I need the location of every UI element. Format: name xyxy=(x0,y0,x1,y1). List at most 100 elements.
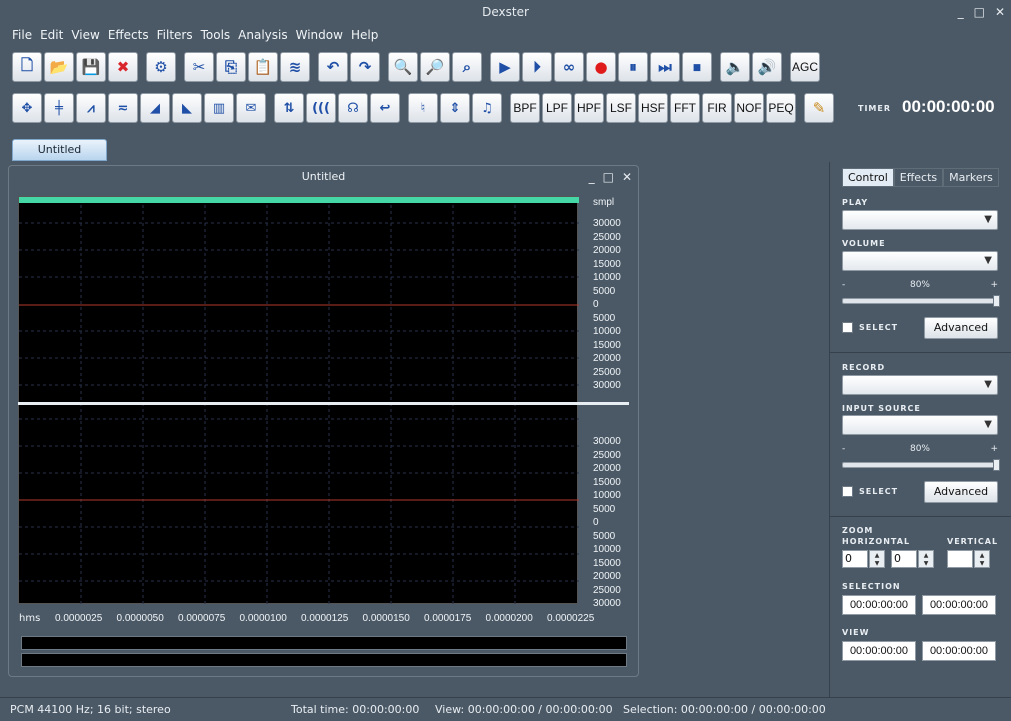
menu-tools[interactable]: Tools xyxy=(201,26,231,46)
slider-handle[interactable] xyxy=(993,459,1000,471)
play-volume-slider[interactable] xyxy=(842,295,1000,307)
y-tick-label: 15000 xyxy=(593,258,621,270)
minimize-icon[interactable]: _ xyxy=(958,0,964,24)
filter-peq-button[interactable]: PEQ xyxy=(766,93,796,123)
copy-icon[interactable]: ⎘ xyxy=(216,52,246,82)
y-tick-label: 0 xyxy=(593,299,599,310)
panel-tabs: Control Effects Markers xyxy=(842,168,999,187)
record-device-select[interactable]: ▼ xyxy=(842,375,998,395)
menu-file[interactable]: File xyxy=(12,26,32,46)
y-tick-label: 25000 xyxy=(593,449,621,461)
view-end-field[interactable]: 00:00:00:00 xyxy=(922,641,996,661)
document-tab[interactable]: Untitled xyxy=(12,139,107,161)
slider-handle[interactable] xyxy=(993,295,1000,307)
waveform-view[interactable] xyxy=(18,196,579,605)
tab-effects[interactable]: Effects xyxy=(893,168,944,187)
spin-arrows-icon[interactable]: ▲ ▼ xyxy=(918,550,934,568)
speaker-left-icon[interactable]: 🔈 xyxy=(720,52,750,82)
mix-paste-icon[interactable]: ≋ xyxy=(280,52,310,82)
filter-fir-button[interactable]: FIR xyxy=(702,93,732,123)
expand-icon[interactable]: ✥ xyxy=(12,93,42,123)
compress-icon[interactable]: ╪ xyxy=(44,93,74,123)
zoom-out-icon[interactable]: 🔎 xyxy=(420,52,450,82)
zoom-fit-icon[interactable]: ⌕ xyxy=(452,52,482,82)
filter-hsf-button[interactable]: HSF xyxy=(638,93,668,123)
reverse-icon[interactable]: ↩ xyxy=(370,93,400,123)
fade-out-icon[interactable]: ◣ xyxy=(172,93,202,123)
spin-arrows-icon[interactable]: ▲ ▼ xyxy=(869,550,885,568)
doc-minimize-icon[interactable]: _ xyxy=(589,170,595,184)
envelope-icon[interactable]: ✉ xyxy=(236,93,266,123)
zoom-horizontal-input-2[interactable]: 0 xyxy=(891,550,917,568)
save-icon[interactable]: 💾 xyxy=(76,52,106,82)
invert-icon[interactable]: ⇅ xyxy=(274,93,304,123)
undo-icon[interactable]: ↶ xyxy=(318,52,348,82)
play-icon[interactable]: ▶ xyxy=(490,52,520,82)
filter-nof-button[interactable]: NOF xyxy=(734,93,764,123)
play-device-select[interactable]: ▼ xyxy=(842,210,998,230)
y-tick-label: 10000 xyxy=(593,490,621,501)
close-file-icon[interactable]: ✖ xyxy=(108,52,138,82)
filter-lpf-button[interactable]: LPF xyxy=(542,93,572,123)
tempo-icon[interactable]: ⇕ xyxy=(440,93,470,123)
menu-filters[interactable]: Filters xyxy=(157,26,193,46)
record-volume-slider[interactable] xyxy=(842,459,1000,471)
input-source-select[interactable]: ▼ xyxy=(842,415,998,435)
settings-icon[interactable]: ⚙ xyxy=(146,52,176,82)
record-advanced-button[interactable]: Advanced xyxy=(924,481,998,503)
forward-icon[interactable]: ⏭ xyxy=(650,52,680,82)
cut-icon[interactable]: ✂ xyxy=(184,52,214,82)
selection-end-field[interactable]: 00:00:00:00 xyxy=(922,595,996,615)
record-label: RECORD xyxy=(842,363,886,372)
music-note-icon[interactable]: ♫ xyxy=(472,93,502,123)
tab-control[interactable]: Control xyxy=(842,168,894,187)
normalize-icon[interactable]: ▥ xyxy=(204,93,234,123)
reverb-icon[interactable]: ☊ xyxy=(338,93,368,123)
play-circle-icon[interactable]: ⏵ xyxy=(522,52,552,82)
speaker-right-icon[interactable]: 🔊 xyxy=(752,52,782,82)
filter-lsf-button[interactable]: LSF xyxy=(606,93,636,123)
fade-in-icon[interactable]: ◢ xyxy=(140,93,170,123)
vertical-label: VERTICAL xyxy=(947,537,999,546)
filter-bpf-button[interactable]: BPF xyxy=(510,93,540,123)
close-icon[interactable]: ✕ xyxy=(995,0,1005,24)
doc-maximize-icon[interactable]: □ xyxy=(603,170,614,184)
zoom-in-icon[interactable]: 🔍 xyxy=(388,52,418,82)
overview-bar-left[interactable] xyxy=(21,636,627,650)
noise-icon[interactable]: ⩘ xyxy=(76,93,106,123)
filter-fft-button[interactable]: FFT xyxy=(670,93,700,123)
volume-select[interactable]: ▼ xyxy=(842,251,998,271)
open-icon[interactable]: 📂 xyxy=(44,52,74,82)
loop-icon[interactable]: ∞ xyxy=(554,52,584,82)
menu-help[interactable]: Help xyxy=(351,26,378,46)
tab-markers[interactable]: Markers xyxy=(943,168,999,187)
redo-icon[interactable]: ↷ xyxy=(350,52,380,82)
silence-icon[interactable]: ≂ xyxy=(108,93,138,123)
stop-icon[interactable]: ⏹ xyxy=(682,52,712,82)
maximize-icon[interactable]: □ xyxy=(974,0,985,24)
menu-window[interactable]: Window xyxy=(296,26,343,46)
overview-bar-right[interactable] xyxy=(21,653,627,667)
play-advanced-button[interactable]: Advanced xyxy=(924,317,998,339)
pencil-icon[interactable]: ✎ xyxy=(804,93,834,123)
filter-hpf-button[interactable]: HPF xyxy=(574,93,604,123)
menu-view[interactable]: View xyxy=(71,26,99,46)
agc-button[interactable]: AGC xyxy=(790,52,820,82)
record-icon[interactable]: ● xyxy=(586,52,616,82)
new-icon[interactable]: 🗋 xyxy=(12,52,42,82)
spin-arrows-icon[interactable]: ▲ ▼ xyxy=(974,550,990,568)
play-select-checkbox[interactable]: SELECT xyxy=(842,322,898,333)
view-start-field[interactable]: 00:00:00:00 xyxy=(842,641,916,661)
zoom-horizontal-input-1[interactable]: 0 xyxy=(842,550,868,568)
paste-icon[interactable]: 📋 xyxy=(248,52,278,82)
menu-effects[interactable]: Effects xyxy=(108,26,149,46)
pause-icon[interactable]: ⏸ xyxy=(618,52,648,82)
doc-close-icon[interactable]: ✕ xyxy=(622,170,632,184)
record-select-checkbox[interactable]: SELECT xyxy=(842,486,898,497)
menu-analysis[interactable]: Analysis xyxy=(238,26,287,46)
selection-start-field[interactable]: 00:00:00:00 xyxy=(842,595,916,615)
zoom-vertical-input[interactable] xyxy=(947,550,973,568)
echo-icon[interactable]: ((( xyxy=(306,93,336,123)
pitch-icon[interactable]: ♮ xyxy=(408,93,438,123)
menu-edit[interactable]: Edit xyxy=(40,26,63,46)
